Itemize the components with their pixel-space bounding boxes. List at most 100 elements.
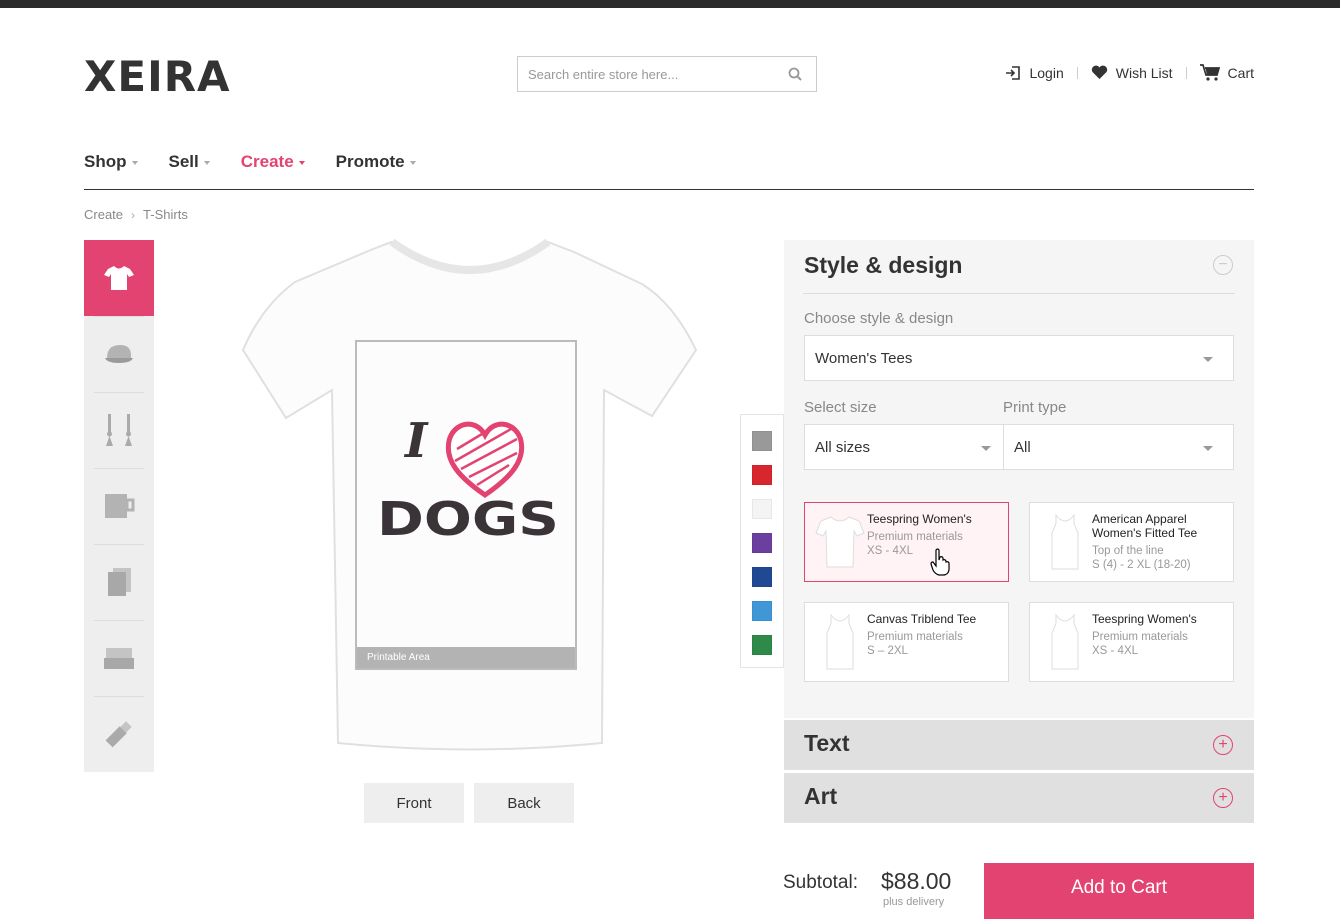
style-select[interactable]: Women's Tees [804, 335, 1234, 381]
nav-label: Shop [84, 152, 127, 171]
dropdown-arrow-icon [981, 446, 991, 451]
art-section-header[interactable]: Art + [784, 773, 1254, 823]
style-name: Teespring Women's [867, 512, 972, 526]
style-quality: Premium materials [867, 531, 963, 543]
front-view-button[interactable]: Front [364, 783, 464, 823]
cart-label: Cart [1227, 64, 1254, 81]
style-name: Canvas Triblend Tee [867, 612, 977, 626]
tank-top-thumbnail [1051, 513, 1079, 570]
tank-top-thumbnail [1051, 613, 1079, 670]
style-name: American Apparel Women's Fitted Tee [1092, 512, 1198, 540]
color-swatch-gray[interactable] [752, 431, 772, 451]
caret-down-icon [203, 161, 210, 165]
cart-link[interactable]: Cart [1199, 64, 1254, 81]
print-type-select[interactable]: All [1003, 424, 1234, 470]
color-swatch-purple[interactable] [752, 533, 772, 553]
breadcrumb: Create › T-Shirts [84, 207, 188, 222]
category-sidebar [84, 240, 154, 772]
add-to-cart-button[interactable]: Add to Cart [984, 863, 1254, 919]
design-artwork[interactable]: I DOGS [375, 403, 561, 543]
category-caps[interactable] [84, 316, 154, 392]
category-mugs[interactable] [84, 468, 154, 544]
art-section-title: Art [804, 783, 838, 809]
nav-promote[interactable]: Promote [336, 152, 416, 189]
earrings-icon [106, 414, 132, 446]
dropdown-arrow-icon [1203, 357, 1213, 362]
color-swatches [740, 414, 784, 668]
tshirt-icon [104, 266, 134, 290]
style-sizes: S (4) - 2 XL (18-20) [1092, 559, 1191, 571]
nav-sell[interactable]: Sell [169, 152, 210, 189]
style-quality: Premium materials [1092, 631, 1188, 643]
divider [803, 293, 1235, 294]
cart-icon [1199, 64, 1220, 81]
category-phone-cases[interactable] [84, 544, 154, 620]
style-name: Teespring Women's [1092, 612, 1197, 626]
login-link[interactable]: Login [1005, 64, 1064, 81]
size-select[interactable]: All sizes [804, 424, 1012, 470]
style-card-teespring-womens-tank[interactable]: Teespring Women's Premium materials XS -… [1029, 602, 1234, 682]
main-nav: Shop Sell Create Promote [84, 152, 1254, 190]
design-text-line2: DOGS [377, 492, 559, 543]
print-type-label: Print type [1003, 399, 1067, 416]
back-view-button[interactable]: Back [474, 783, 574, 823]
text-section-header[interactable]: Text + [784, 720, 1254, 770]
search-input[interactable] [518, 57, 788, 91]
nav-label: Sell [168, 152, 199, 171]
printable-area-label: Printable Area [357, 647, 575, 668]
style-quality: Top of the line [1092, 545, 1164, 557]
womens-tee-thumbnail [815, 516, 865, 568]
color-swatch-navy[interactable] [752, 567, 772, 587]
style-sizes: XS - 4XL [867, 545, 914, 557]
panel-title: Style & design [804, 252, 963, 278]
category-earrings[interactable] [84, 392, 154, 468]
color-swatch-light-blue[interactable] [752, 601, 772, 621]
category-usb-drives[interactable] [84, 696, 154, 772]
hand-cursor-icon [930, 548, 950, 576]
breadcrumb-current: T-Shirts [143, 207, 188, 222]
subtotal-label: Subtotal: [783, 872, 858, 893]
style-design-panel: Style & design − Choose style & design W… [784, 240, 1254, 718]
breadcrumb-create[interactable]: Create [84, 207, 123, 222]
nav-shop[interactable]: Shop [84, 152, 138, 189]
collapse-icon[interactable]: − [1213, 255, 1233, 275]
color-swatch-white[interactable] [752, 499, 772, 519]
color-swatch-green[interactable] [752, 635, 772, 655]
color-swatch-red[interactable] [752, 465, 772, 485]
nav-create[interactable]: Create [241, 152, 305, 189]
caret-down-icon [409, 161, 416, 165]
design-text-line1: I [403, 413, 429, 469]
wishlist-link[interactable]: Wish List [1091, 65, 1173, 81]
site-logo[interactable]: XEIRA [84, 52, 231, 101]
divider [1185, 66, 1187, 79]
heart-icon [1091, 65, 1107, 79]
breadcrumb-separator-icon: › [131, 207, 136, 222]
login-label: Login [1029, 64, 1064, 81]
expand-icon[interactable]: + [1213, 788, 1233, 808]
search-icon[interactable] [788, 67, 802, 81]
category-tshirts[interactable] [84, 240, 154, 316]
dropdown-arrow-icon [1203, 446, 1213, 451]
print-type-select-value: All [1014, 438, 1031, 456]
caret-down-icon [298, 161, 305, 165]
style-card-canvas-triblend[interactable]: Canvas Triblend Tee Premium materials S … [804, 602, 1009, 682]
caret-down-icon [131, 161, 138, 165]
nav-label: Promote [335, 152, 405, 171]
expand-icon[interactable]: + [1213, 735, 1233, 755]
style-card-american-apparel[interactable]: American Apparel Women's Fitted Tee Top … [1029, 502, 1234, 582]
divider [1076, 66, 1078, 79]
nav-label: Create [240, 152, 294, 171]
login-icon [1006, 65, 1021, 80]
account-links: Login Wish List Cart [1005, 64, 1254, 81]
style-quality: Premium materials [867, 631, 963, 643]
size-label: Select size [804, 399, 877, 416]
subtotal-note: plus delivery [883, 896, 945, 908]
cap-icon [105, 345, 133, 363]
tank-top-thumbnail [826, 613, 854, 670]
style-card-teespring-womens[interactable]: Teespring Women's Premium materials XS -… [804, 502, 1009, 582]
style-sizes: S – 2XL [867, 645, 908, 657]
category-bedding[interactable] [84, 620, 154, 696]
phone-case-icon [108, 568, 131, 596]
style-select-value: Women's Tees [815, 349, 913, 367]
style-sizes: XS - 4XL [1092, 645, 1139, 657]
